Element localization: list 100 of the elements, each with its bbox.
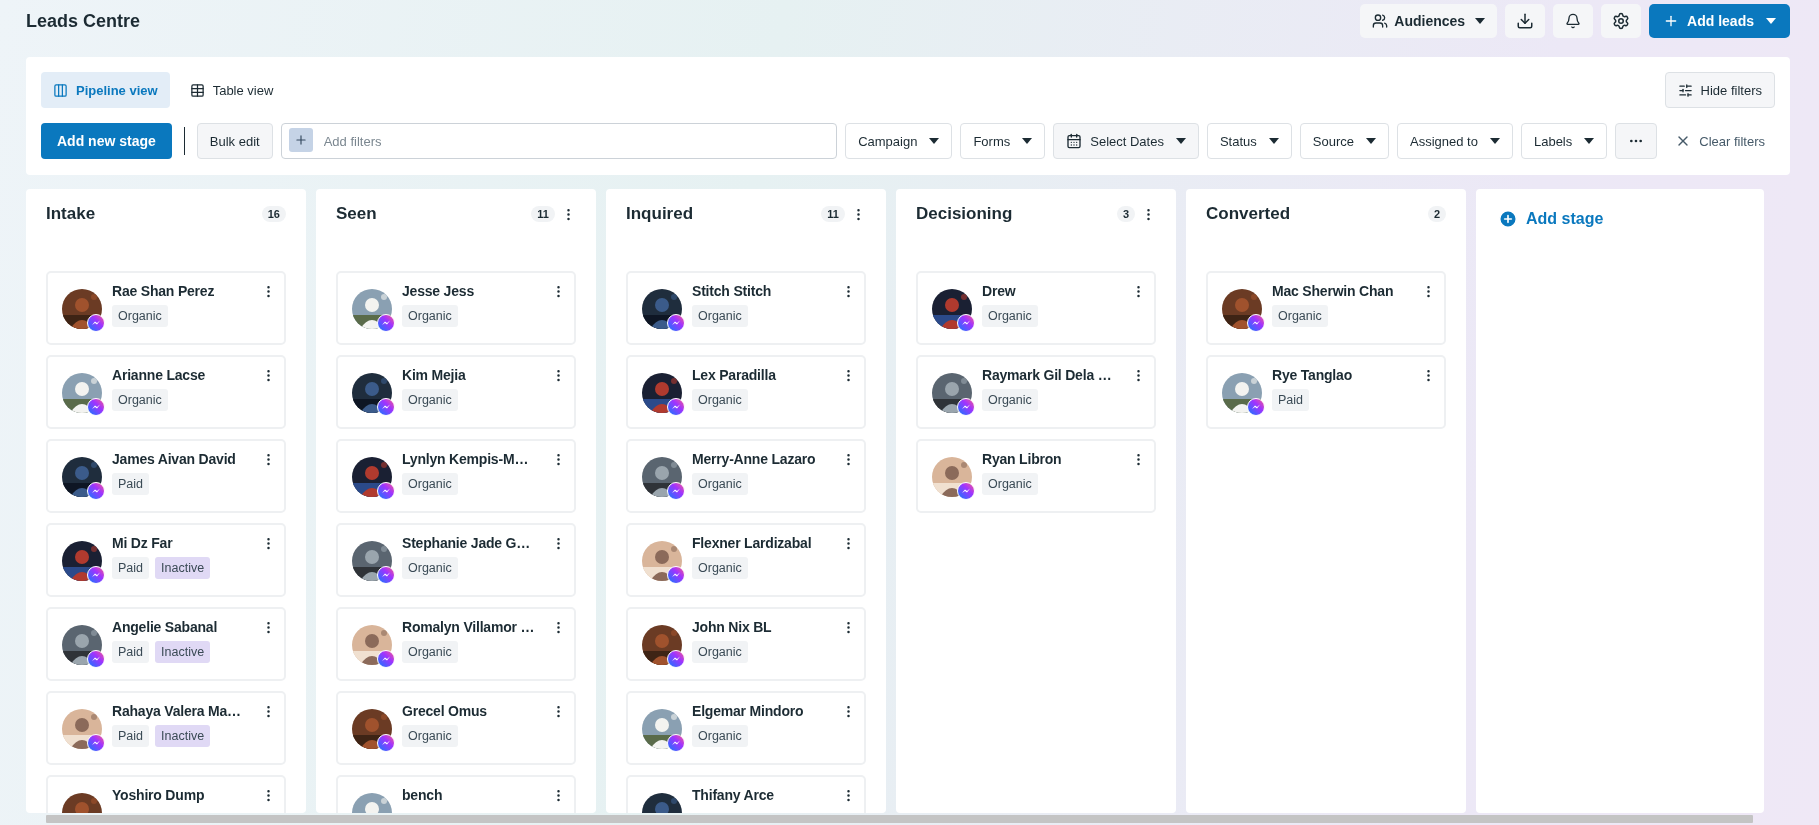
messenger-badge-icon [377,734,395,752]
lead-card[interactable]: Mi Dz Far Paid Inactive [46,523,286,597]
lead-name: Lynlyn Kempis-M… [402,451,530,467]
filter-dropdown[interactable]: Assigned to [1397,123,1513,159]
messenger-badge-icon [377,566,395,584]
lead-card[interactable]: Ryan Libron Organic [916,439,1156,513]
lead-tag: Paid [112,641,150,663]
caret-icon [1022,138,1033,144]
lead-tag: Organic [112,389,168,411]
lead-name: Drew [982,283,1017,299]
lead-name: Ryan Libron [982,451,1063,467]
lead-card[interactable]: Rae Shan Perez Organic [46,271,286,345]
notifications-button[interactable] [1553,4,1594,38]
download-icon [1516,12,1535,30]
lead-card[interactable]: Romalyn Villamor … Organic [336,607,576,681]
lead-tag: Organic [692,725,748,747]
lead-card[interactable]: Arianne Lacse Organic [46,355,286,429]
lead-card[interactable]: Drew Organic [916,271,1156,345]
lead-card[interactable]: Merry-Anne Lazaro Organic [626,439,866,513]
messenger-badge-icon [957,482,975,500]
lead-name: Arianne Lacse [112,367,207,383]
add-new-stage-button[interactable]: Add new stage [41,123,172,159]
add-stage-link[interactable]: Add stage [1498,209,1604,229]
filter-dropdown[interactable]: Source [1299,123,1389,159]
plus-circle-icon [1498,209,1518,229]
lead-card[interactable]: Lynlyn Kempis-M… Organic [336,439,576,513]
stage-title: Seen [336,204,378,224]
lead-name: Lex Paradilla [692,367,777,383]
lead-card[interactable]: John Nix BL Organic [626,607,866,681]
columns-icon [53,82,68,98]
lead-card[interactable]: James Aivan David Paid [46,439,286,513]
download-button[interactable] [1505,4,1546,38]
scrollbar[interactable] [46,815,1753,823]
lead-card[interactable]: Stitch Stitch Organic [626,271,866,345]
lead-name: Romalyn Villamor … [402,619,536,635]
settings-icon [1612,12,1631,30]
lead-tag: Organic [1272,305,1328,327]
messenger-badge-icon [87,482,105,500]
lead-card[interactable]: Raymark Gil Dela … Organic [916,355,1156,429]
lead-card[interactable]: Lex Paradilla Organic [626,355,866,429]
caret-icon [1489,138,1500,144]
lead-tag: Organic [692,473,748,495]
lead-name: Merry-Anne Lazaro [692,451,817,467]
lead-tag: Inactive [155,557,211,579]
caret-icon [1766,18,1776,24]
hide-filters-button[interactable]: Hide filters [1664,72,1775,108]
filter-dropdown[interactable]: Forms [960,123,1046,159]
filter-dropdown[interactable]: Campaign [845,123,953,159]
lead-card[interactable]: Flexner Lardizabal Organic [626,523,866,597]
caret-icon [1475,18,1486,24]
lead-count: 3 [1116,206,1135,222]
messenger-badge-icon [87,650,105,668]
lead-name: Mi Dz Far [112,535,174,551]
lead-card[interactable]: Elgemar Mindoro Organic [626,691,866,765]
filter-dropdown[interactable]: Status [1206,123,1292,159]
bulk-edit-button[interactable]: Bulk edit [196,123,273,159]
lead-card[interactable]: Rahaya Valera Ma… Paid Inactive [46,691,286,765]
settings-button[interactable] [1601,4,1642,38]
lead-tag: Organic [692,389,748,411]
add-leads-button[interactable]: Add leads [1649,4,1790,38]
view-tab[interactable]: Table view [177,72,286,108]
messenger-badge-icon [377,482,395,500]
page-title: Leads Centre [26,10,142,32]
lead-tag: Organic [692,557,748,579]
lead-name: Elgemar Mindoro [692,703,805,719]
messenger-badge-icon [87,734,105,752]
lead-card[interactable]: Jesse Jess Organic [336,271,576,345]
lead-tag: Organic [692,641,748,663]
lead-card[interactable]: Grecel Omus Organic [336,691,576,765]
lead-card[interactable]: Stephanie Jade G… Organic [336,523,576,597]
audiences-button[interactable]: Audiences [1360,4,1498,38]
lead-name: Angelie Sabanal [112,619,219,635]
calendar-icon [1066,133,1083,149]
lead-name: Yoshiro Dump [112,787,206,803]
caret-icon [1366,138,1376,144]
messenger-badge-icon [667,566,685,584]
lead-name: Rae Shan Perez [112,283,216,299]
lead-card[interactable]: Rye Tanglao Paid [1206,355,1446,429]
clear-filters-button[interactable]: Clear filters [1665,123,1775,159]
lead-card[interactable]: Angelie Sabanal Paid Inactive [46,607,286,681]
lead-tag: Organic [982,389,1038,411]
lead-tag: Paid [112,557,150,579]
lead-card[interactable]: Mac Sherwin Chan Organic [1206,271,1446,345]
lead-name: bench [402,787,444,803]
messenger-badge-icon [667,314,685,332]
filter-dropdown[interactable]: Select Dates [1053,123,1199,159]
messenger-badge-icon [1247,398,1265,416]
messenger-badge-icon [667,398,685,416]
lead-tag: Inactive [155,725,211,747]
add-filter-button[interactable] [288,128,313,152]
lead-card[interactable]: Kim Mejia Organic [336,355,576,429]
messenger-badge-icon [87,314,105,332]
lead-count: 11 [821,206,845,222]
filter-dropdown[interactable]: Labels [1520,123,1608,159]
lead-name: Stitch Stitch [692,283,773,299]
stage-title: Converted [1206,204,1292,224]
view-tab[interactable]: Pipeline view [41,72,170,108]
filter-field[interactable]: Add filters [280,123,838,159]
caret-icon [1268,138,1279,144]
caret-icon [929,138,940,144]
